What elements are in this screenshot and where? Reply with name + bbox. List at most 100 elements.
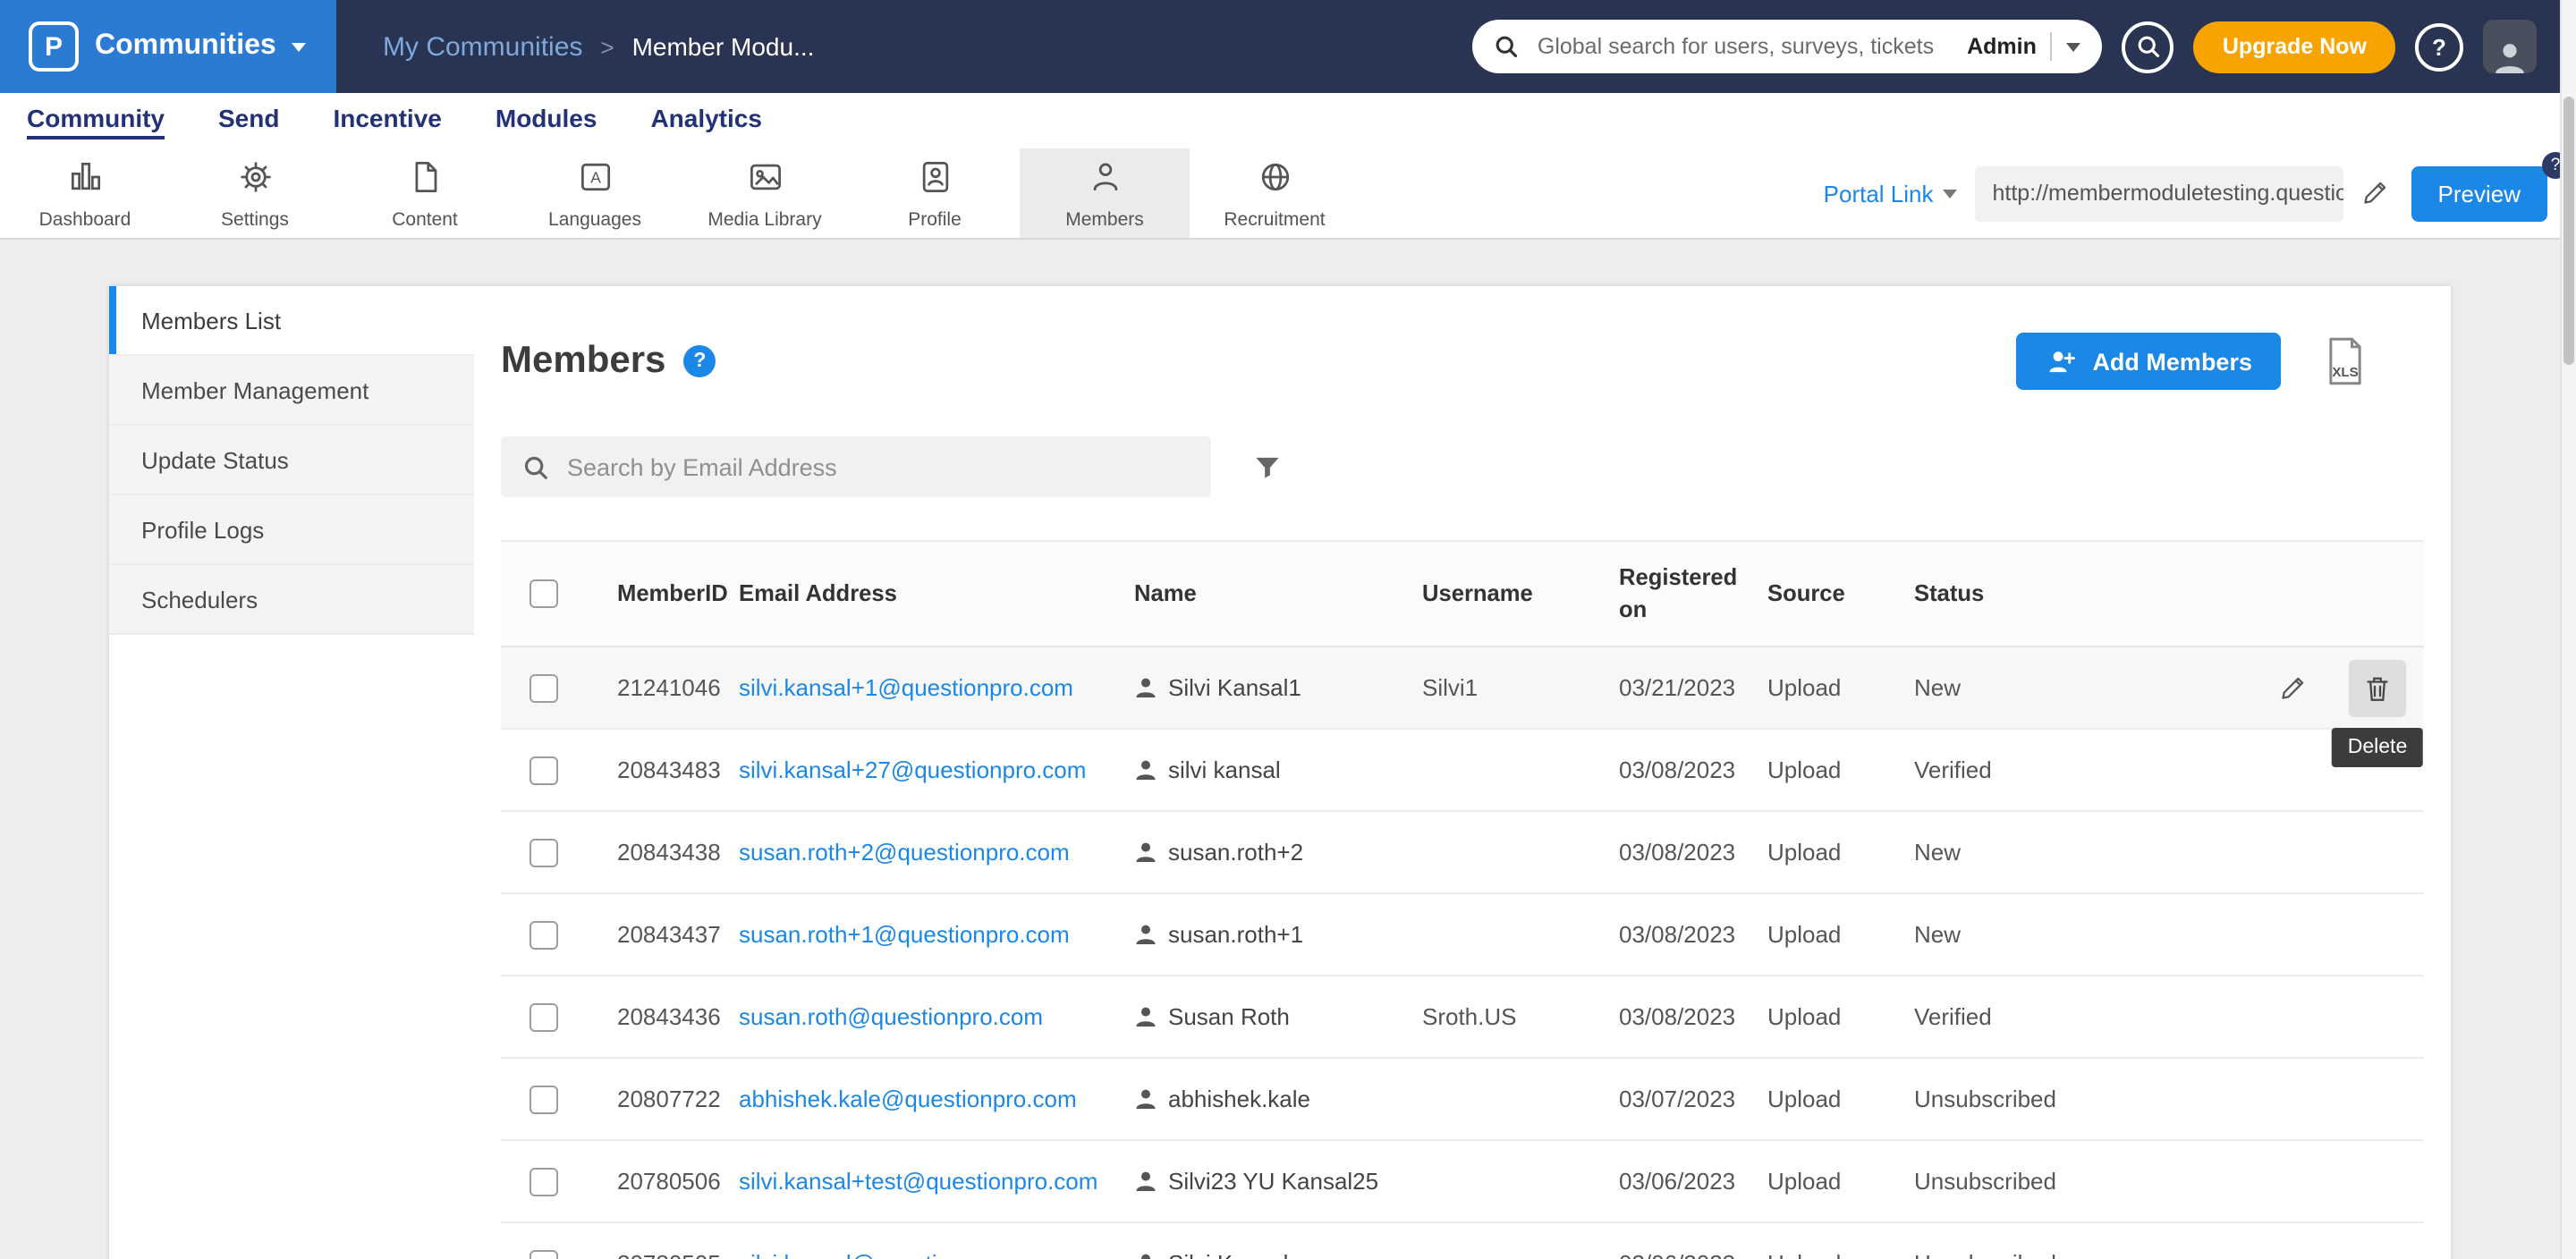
row-checkbox[interactable]	[530, 920, 558, 949]
tab-send[interactable]: Send	[218, 103, 279, 139]
chevron-down-icon[interactable]	[2067, 42, 2081, 51]
search-icon	[1495, 34, 1520, 59]
panel-header: Members ? Add Members XLS	[501, 333, 2424, 390]
member-name: Silvi23 YU Kansal25	[1168, 1168, 1378, 1195]
members-icon	[1085, 156, 1124, 205]
email-link[interactable]: susan.roth+1@questionpro.com	[739, 921, 1113, 948]
global-search-input[interactable]	[1534, 32, 1953, 61]
row-checkbox[interactable]	[530, 1002, 558, 1031]
status-cell: Verified	[1914, 1003, 2129, 1030]
tab-incentive[interactable]: Incentive	[333, 103, 441, 139]
member-name: Susan Roth	[1168, 1003, 1290, 1030]
portal-link-dropdown[interactable]: Portal Link	[1824, 180, 1957, 207]
status-cell: New	[1914, 839, 2129, 866]
sidebar-item-members-list[interactable]: Members List	[109, 286, 474, 356]
tab-community[interactable]: Community	[27, 103, 165, 139]
member-id-cell: 20807722	[617, 1086, 739, 1112]
username-cell: Silvi1	[1422, 674, 1619, 701]
row-checkbox[interactable]	[530, 756, 558, 784]
row-checkbox[interactable]	[530, 1167, 558, 1196]
breadcrumb: My Communities > Member Modu...	[383, 31, 814, 62]
source-cell: Upload	[1767, 674, 1914, 701]
toolbar-item-dashboard[interactable]: Dashboard	[0, 148, 170, 238]
svg-text:A: A	[589, 167, 600, 185]
member-id-cell: 20843436	[617, 1003, 739, 1030]
registered-cell: 03/08/2023	[1619, 756, 1767, 783]
email-link[interactable]: silvi.kansal+test@questionpro.com	[739, 1168, 1113, 1195]
email-link[interactable]: susan.roth@questionpro.com	[739, 1003, 1113, 1030]
source-cell: Upload	[1767, 921, 1914, 948]
sidebar-item-profile-logs[interactable]: Profile Logs	[109, 495, 474, 565]
select-all-checkbox[interactable]	[530, 579, 558, 608]
row-checkbox[interactable]	[530, 1085, 558, 1113]
row-checkbox[interactable]	[530, 838, 558, 866]
product-switcher[interactable]: P Communities	[0, 0, 336, 93]
person-icon	[1134, 758, 1157, 782]
member-name: susan.roth+1	[1168, 921, 1303, 948]
member-search-input[interactable]	[564, 452, 1190, 482]
panel-header-actions: Add Members XLS	[2015, 333, 2367, 390]
toolbar-item-members[interactable]: Members	[1020, 148, 1190, 238]
help-button[interactable]: ?	[2415, 22, 2463, 71]
filter-icon[interactable]	[1250, 450, 1284, 484]
tab-modules[interactable]: Modules	[496, 103, 597, 139]
email-cell: abhishek.kale@questionpro.com	[739, 1086, 1134, 1112]
vertical-scrollbar[interactable]	[2560, 0, 2576, 1259]
source-cell: Upload	[1767, 756, 1914, 783]
table-row: 20780505 silvi.kansal@questionpro.com Si…	[501, 1223, 2424, 1259]
edit-url-icon[interactable]	[2361, 177, 2394, 209]
members-card: Members List Member Management Update St…	[109, 286, 2451, 1259]
export-xls-icon[interactable]: XLS	[2324, 336, 2367, 386]
email-link[interactable]: silvi.kansal+1@questionpro.com	[739, 674, 1113, 701]
delete-icon[interactable]: Delete	[2349, 659, 2406, 716]
source-cell: Upload	[1767, 839, 1914, 866]
row-checkbox[interactable]	[530, 1249, 558, 1259]
avatar[interactable]	[2483, 20, 2537, 73]
sidebar-item-update-status[interactable]: Update Status	[109, 426, 474, 495]
row-checkbox-cell	[501, 1167, 617, 1196]
row-checkbox-cell	[501, 673, 617, 702]
email-cell: silvi.kansal+test@questionpro.com	[739, 1168, 1134, 1195]
person-icon	[1134, 841, 1157, 864]
toolbar-item-recruitment[interactable]: Recruitment	[1190, 148, 1360, 238]
email-cell: silvi.kansal+1@questionpro.com	[739, 674, 1134, 701]
registered-cell: 03/21/2023	[1619, 674, 1767, 701]
column-header: MemberID	[617, 578, 739, 610]
registered-cell: 03/07/2023	[1619, 1086, 1767, 1112]
members-sidebar: Members List Member Management Update St…	[109, 286, 474, 1259]
member-id-cell: 20843438	[617, 839, 739, 866]
sidebar-item-schedulers[interactable]: Schedulers	[109, 565, 474, 635]
portal-url-field[interactable]: http://membermoduletesting.questio	[1975, 165, 2343, 221]
tab-analytics[interactable]: Analytics	[650, 103, 762, 139]
search-scope-selector[interactable]: Admin	[1967, 34, 2037, 59]
toolbar-item-settings[interactable]: Settings	[170, 148, 340, 238]
email-link[interactable]: abhishek.kale@questionpro.com	[739, 1086, 1113, 1112]
email-link[interactable]: silvi.kansal+27@questionpro.com	[739, 756, 1113, 783]
table-row: 20843436 susan.roth@questionpro.com Susa…	[501, 976, 2424, 1059]
search-button[interactable]	[2123, 21, 2174, 72]
breadcrumb-current: Member Modu...	[632, 32, 815, 61]
row-checkbox[interactable]	[530, 673, 558, 702]
divider	[2051, 32, 2053, 61]
breadcrumb-parent-link[interactable]: My Communities	[383, 31, 582, 62]
edit-icon[interactable]	[2267, 659, 2324, 716]
toolbar-item-profile[interactable]: Profile	[850, 148, 1020, 238]
member-id-cell: 21241046	[617, 674, 739, 701]
source-cell: Upload	[1767, 1003, 1914, 1030]
toolbar-item-content[interactable]: Content	[340, 148, 510, 238]
toolbar-item-media-library[interactable]: Media Library	[680, 148, 850, 238]
add-members-button[interactable]: Add Members	[2015, 333, 2281, 390]
scrollbar-thumb[interactable]	[2563, 97, 2574, 365]
toolbar-item-languages[interactable]: A Languages	[510, 148, 680, 238]
member-id-cell: 20843437	[617, 921, 739, 948]
upgrade-now-button[interactable]: Upgrade Now	[2194, 21, 2395, 72]
column-header: Source	[1767, 578, 1914, 610]
svg-text:XLS: XLS	[2332, 365, 2358, 380]
sidebar-item-member-management[interactable]: Member Management	[109, 356, 474, 426]
members-help-badge[interactable]: ?	[683, 345, 716, 377]
members-panel: Members ? Add Members XLS	[474, 286, 2451, 1259]
table-row: 20807722 abhishek.kale@questionpro.com a…	[501, 1059, 2424, 1141]
email-link[interactable]: susan.roth+2@questionpro.com	[739, 839, 1113, 866]
preview-button[interactable]: Preview	[2411, 165, 2548, 221]
column-header: Name	[1134, 578, 1422, 610]
